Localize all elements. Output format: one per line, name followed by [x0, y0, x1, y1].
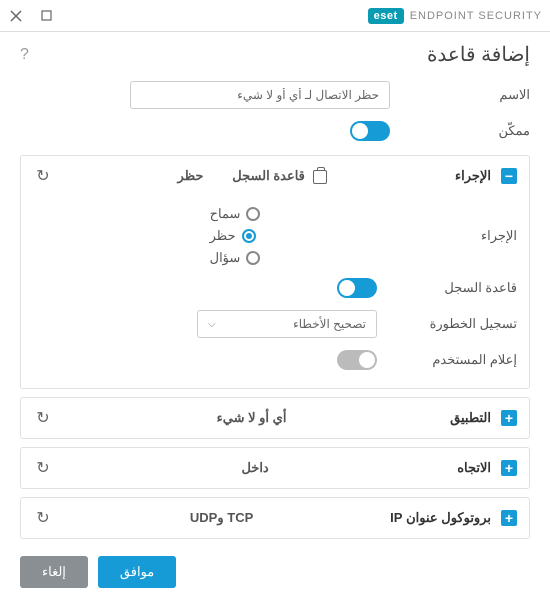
section-protocol-summary: TCP وUDP: [53, 510, 390, 526]
reset-icon[interactable]: ↻: [33, 458, 53, 478]
summary-log-text: قاعدة السجل: [232, 168, 305, 183]
section-application-summary: أي أو لا شيء: [53, 410, 450, 426]
radio-ask[interactable]: سؤال: [210, 250, 261, 266]
section-action-title: الإجراء: [455, 168, 491, 184]
expand-icon: +: [501, 510, 517, 526]
enabled-label: ممكّن: [390, 123, 530, 139]
notify-toggle[interactable]: [337, 350, 377, 370]
radio-block-label: حظر: [210, 228, 236, 244]
notify-label: إعلام المستخدم: [377, 352, 517, 368]
severity-value: تصحيح الأخطاء: [293, 317, 366, 331]
section-action-header[interactable]: − الإجراء قاعدة السجل حظر ↻: [21, 156, 529, 196]
maximize-icon[interactable]: [38, 8, 54, 24]
section-application-header[interactable]: + التطبيق أي أو لا شيء ↻: [21, 398, 529, 438]
action-label: الإجراء: [377, 228, 517, 244]
collapse-icon: −: [501, 168, 517, 184]
section-protocol-header[interactable]: + بروتوكول عنوان IP TCP وUDP ↻: [21, 498, 529, 538]
severity-dropdown[interactable]: تصحيح الأخطاء ⌵: [197, 310, 377, 338]
name-input[interactable]: [130, 81, 390, 109]
radio-allow[interactable]: سماح: [210, 206, 261, 222]
brand-badge: eset: [368, 8, 404, 24]
reset-icon[interactable]: ↻: [33, 166, 53, 186]
brand: eset ENDPOINT SECURITY: [368, 8, 542, 24]
severity-label: تسجيل الخطورة: [377, 316, 517, 332]
section-direction-summary: داخل: [53, 460, 457, 476]
log-toggle[interactable]: [337, 278, 377, 298]
clipboard-icon: [313, 170, 327, 184]
section-direction: + الاتجاه داخل ↻: [20, 447, 530, 489]
ok-button[interactable]: موافق: [98, 556, 176, 588]
reset-icon[interactable]: ↻: [33, 408, 53, 428]
section-application: + التطبيق أي أو لا شيء ↻: [20, 397, 530, 439]
expand-icon: +: [501, 410, 517, 426]
expand-icon: +: [501, 460, 517, 476]
section-protocol-title: بروتوكول عنوان IP: [390, 510, 491, 526]
log-label: قاعدة السجل: [377, 280, 517, 296]
enabled-toggle[interactable]: [350, 121, 390, 141]
chevron-down-icon: ⌵: [208, 319, 216, 330]
radio-allow-label: سماح: [210, 206, 241, 222]
close-icon[interactable]: [8, 8, 24, 24]
section-direction-header[interactable]: + الاتجاه داخل ↻: [21, 448, 529, 488]
cancel-button[interactable]: إلغاء: [20, 556, 88, 588]
help-icon[interactable]: ?: [20, 46, 29, 64]
section-action-summary: قاعدة السجل حظر: [53, 168, 455, 184]
radio-ask-label: سؤال: [210, 250, 241, 266]
summary-action-text: حظر: [178, 168, 204, 183]
page-title: إضافة قاعدة: [427, 42, 530, 67]
reset-icon[interactable]: ↻: [33, 508, 53, 528]
section-direction-title: الاتجاه: [457, 460, 491, 476]
section-protocol: + بروتوكول عنوان IP TCP وUDP ↻: [20, 497, 530, 539]
section-action: − الإجراء قاعدة السجل حظر ↻ الإجراء سماح: [20, 155, 530, 389]
brand-product: ENDPOINT SECURITY: [410, 10, 542, 22]
name-label: الاسم: [390, 87, 530, 103]
radio-block[interactable]: حظر: [210, 228, 256, 244]
section-application-title: التطبيق: [450, 410, 491, 426]
